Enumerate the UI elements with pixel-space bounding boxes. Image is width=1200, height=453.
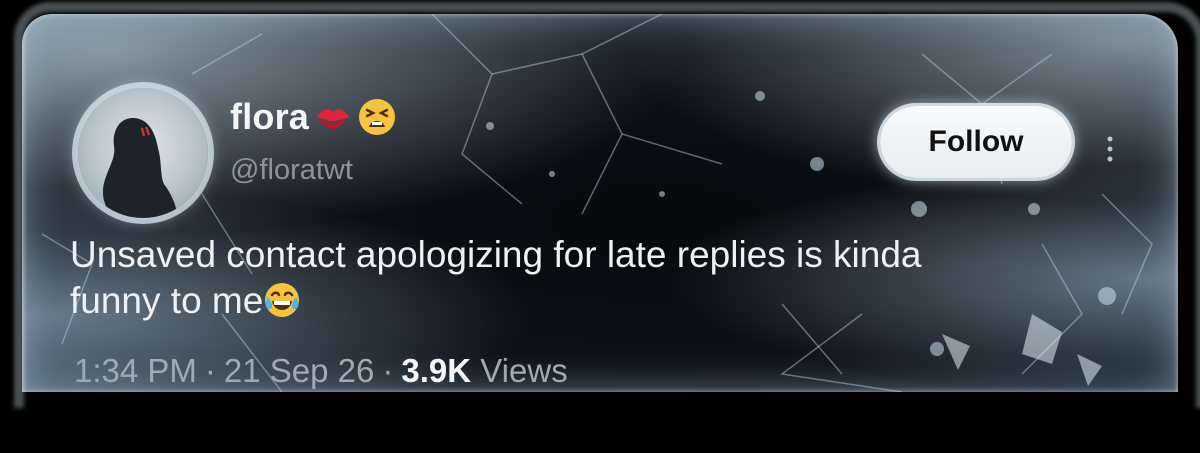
stage: flora @floratwt Follow Unsaved contact a…	[0, 0, 1200, 453]
tweet-date[interactable]: 21 Sep 26	[224, 352, 374, 389]
more-options-icon[interactable]	[1102, 134, 1118, 164]
tweet-meta: 1:34 PM · 21 Sep 26 · 3.9K Views	[74, 352, 568, 390]
face-with-tears-of-joy-emoji-icon	[263, 281, 301, 319]
tweet-text-line-2: funny to me	[70, 278, 1140, 324]
views-label: Views	[480, 352, 568, 389]
follow-button[interactable]: Follow	[880, 106, 1072, 178]
tweet-text-line-2-words: funny to me	[70, 280, 264, 321]
tweet-time[interactable]: 1:34 PM	[74, 352, 197, 389]
avatar-silhouette-icon	[102, 118, 178, 218]
meta-separator: ·	[382, 352, 394, 389]
user-handle[interactable]: @floratwt	[230, 154, 353, 187]
tweet-text: Unsaved contact apologizing for late rep…	[70, 232, 1140, 324]
avatar[interactable]	[78, 88, 208, 218]
views-count: 3.9K	[401, 352, 472, 389]
name-row: flora	[230, 96, 397, 138]
meta-separator: ·	[204, 352, 216, 389]
tired-face-emoji-icon	[357, 97, 397, 137]
kiss-mark-emoji-icon	[313, 97, 353, 137]
tweet-text-line-1: Unsaved contact apologizing for late rep…	[70, 234, 922, 275]
ice-block-background	[22, 14, 1178, 392]
display-name[interactable]: flora	[230, 96, 309, 138]
